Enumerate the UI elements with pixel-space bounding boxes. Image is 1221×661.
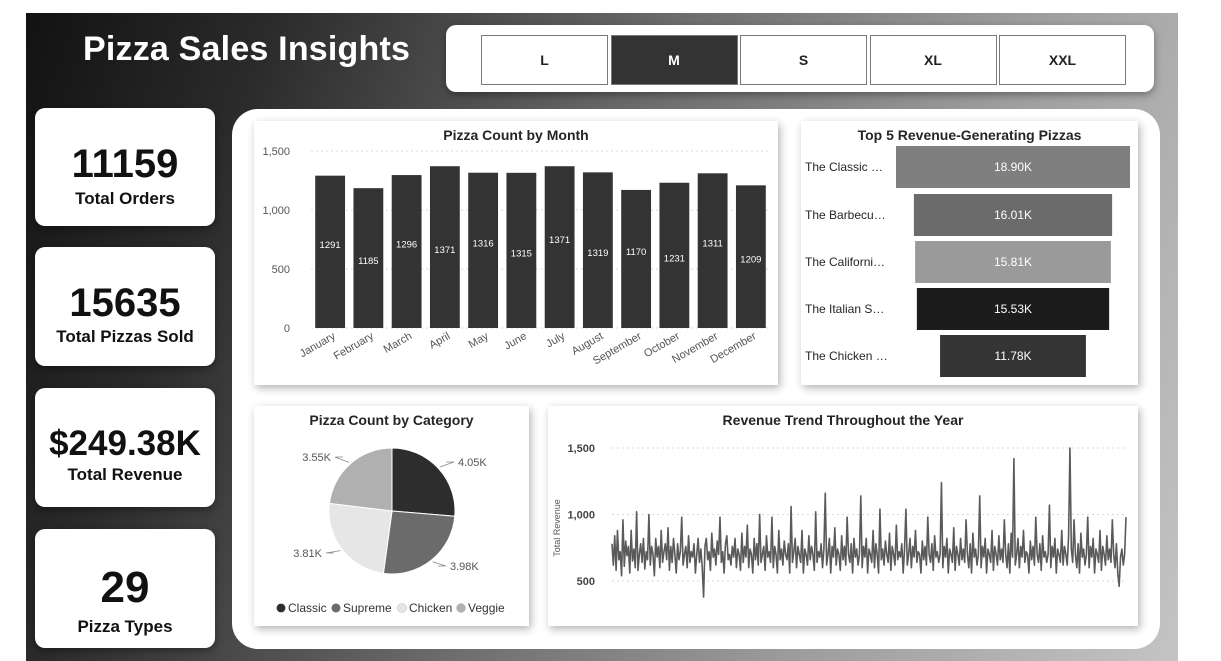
- revenue-trend-card: Revenue Trend Throughout the Year 500 1,0…: [548, 406, 1138, 626]
- pie-value-label: 3.98K: [450, 561, 479, 573]
- legend-marker: [276, 603, 286, 613]
- pie-leader-line: [439, 461, 455, 468]
- bar-value-label: 1319: [587, 248, 608, 259]
- month-bar-chart: 0 500 1,000 1,500 1291 January 1185 February 129…: [262, 146, 770, 368]
- x-tick-label: July: [544, 330, 567, 350]
- x-tick-label: February: [332, 330, 377, 363]
- bar-value-label: 1209: [740, 255, 761, 266]
- pie-value-label: 4.05K: [458, 457, 487, 469]
- x-tick-label: March: [382, 330, 414, 356]
- bar-value-label: 1170: [626, 247, 646, 258]
- y-tick-label: 500: [577, 576, 595, 588]
- bar: [315, 175, 346, 328]
- funnel-value-label: 11.78K: [994, 349, 1031, 363]
- bar-value-label: 1231: [664, 253, 685, 264]
- funnel-value-label: 18.90K: [994, 160, 1032, 174]
- size-option-s[interactable]: S: [740, 35, 867, 85]
- bar-value-label: 1371: [549, 235, 570, 246]
- funnel-value-label: 15.81K: [994, 255, 1032, 269]
- pizza-name-label: The Classic …: [805, 160, 883, 174]
- pie-leader-line: [325, 550, 341, 554]
- pie-leader-line: [432, 561, 447, 567]
- kpi-label: Total Revenue: [67, 465, 183, 484]
- pie-leader-line: [334, 456, 350, 463]
- legend-marker: [456, 603, 466, 613]
- y-tick-label: 1,000: [262, 205, 290, 217]
- pie-value-label: 3.55K: [302, 452, 331, 464]
- pizza-name-label: The Italian S…: [805, 302, 884, 316]
- size-option-xl[interactable]: XL: [869, 35, 997, 85]
- bar-value-label: 1185: [358, 256, 378, 267]
- x-tick-label: May: [467, 330, 491, 351]
- funnel-value-label: 16.01K: [994, 208, 1032, 222]
- pizza-name-label: The Barbecu…: [805, 208, 886, 222]
- x-tick-label: January: [298, 330, 338, 360]
- kpi-value: 15635: [69, 281, 181, 325]
- bar-value-label: 1296: [396, 240, 417, 251]
- kpi-label: Total Orders: [75, 189, 175, 208]
- kpi-card-pizza-types: 29 Pizza Types: [35, 529, 215, 648]
- bar: [391, 175, 422, 328]
- y-tick-label: 1,000: [567, 510, 595, 522]
- pizza-name-label: The Californi…: [805, 255, 885, 269]
- kpi-label: Total Pizzas Sold: [56, 327, 194, 346]
- pie-slice: [382, 510, 456, 575]
- legend-label: Veggie: [468, 601, 505, 615]
- y-axis-label: Total Revenue: [552, 499, 562, 557]
- kpi-value: $249.38K: [49, 424, 201, 463]
- pie-slice: [328, 502, 393, 574]
- kpi-card-total-pizzas-sold: 15635 Total Pizzas Sold: [35, 247, 215, 366]
- kpi-card-total-orders: 11159 Total Orders: [35, 108, 215, 226]
- revenue-line: [611, 447, 1127, 598]
- bar-value-label: 1315: [511, 248, 532, 259]
- pie-slice: [328, 447, 393, 512]
- bar: [621, 189, 652, 328]
- top5-funnel-chart: The Classic … 18.90K The Barbecu… 16.01K The…: [805, 146, 1130, 377]
- kpi-label: Pizza Types: [77, 617, 173, 636]
- kpi-value: 29: [100, 563, 150, 612]
- pizza-name-label: The Chicken …: [805, 349, 888, 363]
- pie-slice: [391, 447, 456, 517]
- kpi-value: 11159: [71, 142, 179, 186]
- bar: [697, 173, 728, 328]
- bar-value-label: 1371: [434, 245, 455, 256]
- legend-label: Classic: [288, 601, 327, 615]
- legend-label: Supreme: [343, 601, 392, 615]
- y-tick-label: 1,500: [567, 443, 595, 455]
- legend-marker: [397, 603, 407, 613]
- page-title: Pizza Sales Insights: [83, 30, 411, 68]
- legend-marker: [331, 603, 341, 613]
- category-pie-chart: 4.05K 3.98K 3.81K 3.55K Classic Supreme Chicke…: [276, 447, 505, 615]
- pie-value-label: 3.81K: [293, 548, 322, 560]
- bar-value-label: 1291: [320, 240, 341, 251]
- top5-chart-card: Top 5 Revenue-Generating Pizzas The Clas…: [801, 121, 1138, 385]
- y-tick-label: 1,500: [262, 146, 290, 158]
- kpi-card-total-revenue: $249.38K Total Revenue: [35, 388, 215, 507]
- y-tick-label: 0: [284, 323, 290, 335]
- size-option-xxl[interactable]: XXL: [999, 35, 1126, 85]
- x-tick-label: June: [502, 330, 529, 352]
- bar-value-label: 1316: [473, 238, 494, 249]
- revenue-line-chart: 500 1,000 1,500 Total Revenue: [552, 443, 1127, 598]
- bar: [468, 172, 499, 328]
- month-chart-card: Pizza Count by Month 0 500 1,000 1,500 1291 J…: [254, 121, 778, 385]
- funnel-value-label: 15.53K: [994, 302, 1032, 316]
- bar: [544, 166, 575, 328]
- category-chart-card: Pizza Count by Category 4.05K 3.98K 3.81K 3…: [254, 406, 529, 626]
- size-option-m[interactable]: M: [610, 35, 738, 85]
- size-option-l[interactable]: L: [481, 35, 608, 85]
- y-tick-label: 500: [272, 264, 290, 276]
- size-slicer: L M S XL XXL: [446, 25, 1154, 92]
- legend-label: Chicken: [409, 601, 452, 615]
- bar-value-label: 1311: [702, 239, 722, 250]
- x-tick-label: April: [427, 330, 452, 351]
